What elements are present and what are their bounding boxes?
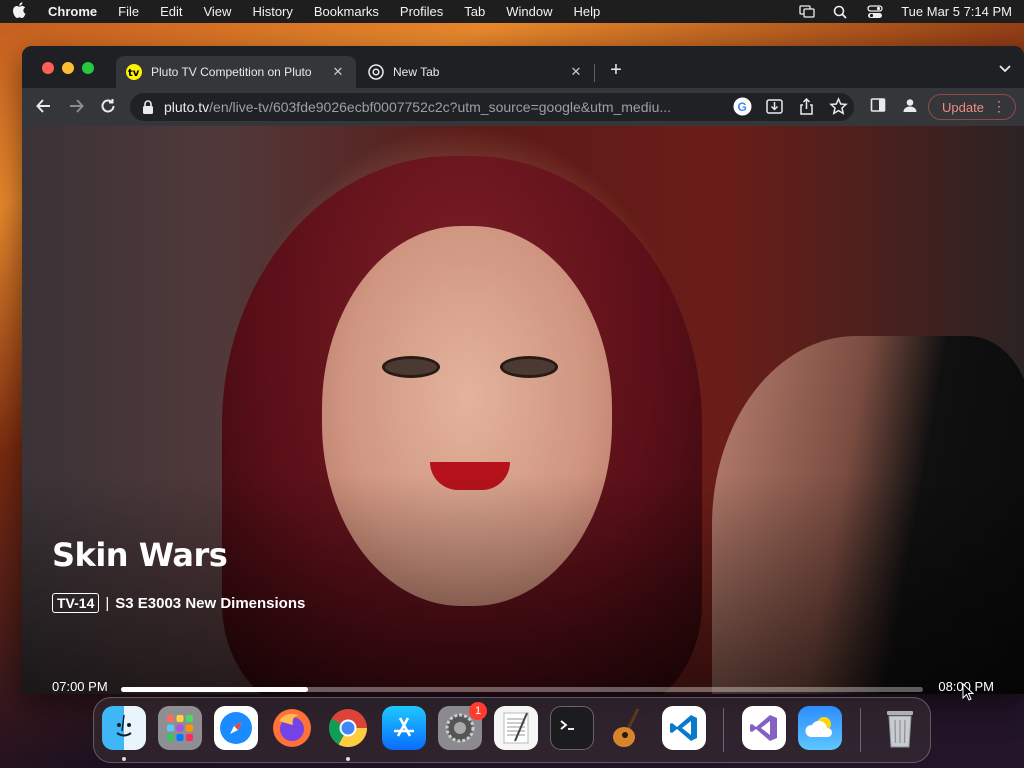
menu-file[interactable]: File <box>118 4 139 19</box>
spotlight-search-icon[interactable] <box>833 5 849 19</box>
progress-bar[interactable] <box>121 687 923 692</box>
terminal-icon[interactable] <box>550 706 594 750</box>
video-player[interactable]: Skin Wars TV-14 | S3 E3003 New Dimension… <box>22 126 1024 694</box>
trash-icon[interactable] <box>878 706 922 750</box>
reload-button[interactable] <box>98 97 118 117</box>
close-window-button[interactable] <box>42 62 54 74</box>
finder-icon[interactable] <box>102 706 146 750</box>
minimize-window-button[interactable] <box>62 62 74 74</box>
browser-toolbar: pluto.tv/en/live-tv/603fde9026ecbf000775… <box>22 88 1024 126</box>
menu-tab[interactable]: Tab <box>464 4 485 19</box>
install-app-icon[interactable] <box>765 97 784 116</box>
tab-search-chevron-icon[interactable] <box>998 62 1012 76</box>
close-tab-icon[interactable]: ✕ <box>330 64 346 80</box>
weather-icon[interactable] <box>798 706 842 750</box>
update-label: Update <box>942 99 984 115</box>
rating-badge: TV-14 <box>52 593 100 613</box>
menu-window[interactable]: Window <box>506 4 552 19</box>
address-bar-actions: G <box>733 97 848 116</box>
svg-text:G: G <box>738 100 747 114</box>
lock-icon[interactable] <box>142 100 154 114</box>
meta-separator: | <box>105 594 110 612</box>
dock-separator <box>860 708 861 752</box>
firefox-icon[interactable] <box>270 706 314 750</box>
share-icon[interactable] <box>797 97 816 116</box>
video-overlay-gradient <box>22 474 1024 694</box>
menu-chrome[interactable]: Chrome <box>48 4 97 19</box>
zoom-window-button[interactable] <box>82 62 94 74</box>
more-menu-icon[interactable]: ⋮ <box>992 98 1006 115</box>
running-indicator <box>122 757 126 761</box>
address-bar[interactable]: pluto.tv/en/live-tv/603fde9026ecbf000775… <box>130 93 854 121</box>
side-panel-icon[interactable] <box>868 97 888 117</box>
start-time: 07:00 PM <box>52 679 108 694</box>
forward-button[interactable] <box>66 97 86 117</box>
menu-bookmarks[interactable]: Bookmarks <box>314 4 379 19</box>
video-frame-eye <box>382 356 440 378</box>
menu-view[interactable]: View <box>203 4 231 19</box>
menu-help[interactable]: Help <box>574 4 601 19</box>
episode-info: S3 E3003 New Dimensions <box>115 594 306 612</box>
chrome-favicon-icon <box>368 64 384 80</box>
bookmark-star-icon[interactable] <box>829 97 848 116</box>
safari-icon[interactable] <box>214 706 258 750</box>
tab-new-tab[interactable]: New Tab ✕ <box>358 56 594 88</box>
launchpad-icon[interactable] <box>158 706 202 750</box>
url-host: pluto.tv <box>164 99 210 115</box>
video-frame-eye <box>500 356 558 378</box>
chrome-window: tv Pluto TV Competition on Pluto ✕ New T… <box>22 46 1024 694</box>
tab-strip: tv Pluto TV Competition on Pluto ✕ New T… <box>22 46 1024 88</box>
tab-title: Pluto TV Competition on Pluto <box>151 65 312 79</box>
vscode-icon[interactable] <box>662 706 706 750</box>
window-controls <box>42 62 94 74</box>
apple-menu-icon[interactable] <box>12 1 32 22</box>
svg-text:tv: tv <box>128 68 140 77</box>
back-button[interactable] <box>34 97 54 117</box>
close-tab-icon[interactable]: ✕ <box>568 64 584 80</box>
new-tab-button[interactable]: + <box>606 60 626 80</box>
dock: 1 <box>93 697 931 763</box>
textedit-icon[interactable] <box>494 706 538 750</box>
tab-divider <box>594 64 595 82</box>
menu-profiles[interactable]: Profiles <box>400 4 443 19</box>
notification-badge: 1 <box>469 702 487 720</box>
show-title: Skin Wars <box>52 536 228 574</box>
tab-pluto-tv[interactable]: tv Pluto TV Competition on Pluto ✕ <box>116 56 356 88</box>
garageband-icon[interactable] <box>606 706 650 750</box>
mouse-cursor-icon <box>962 682 975 701</box>
menu-edit[interactable]: Edit <box>160 4 182 19</box>
progress-fill <box>121 687 308 692</box>
google-lens-icon[interactable]: G <box>733 97 752 116</box>
app-store-icon[interactable] <box>382 706 426 750</box>
tab-title: New Tab <box>393 65 440 79</box>
pluto-tv-favicon-icon: tv <box>126 64 142 80</box>
menu-history[interactable]: History <box>252 4 292 19</box>
visual-studio-icon[interactable] <box>742 706 786 750</box>
chrome-icon[interactable] <box>326 706 370 750</box>
url-path: /en/live-tv/603fde9026ecbf0007752c2c?utm… <box>209 99 672 115</box>
control-center-icon[interactable] <box>867 4 883 19</box>
screen-mirroring-icon[interactable] <box>799 4 815 19</box>
episode-meta: TV-14 | S3 E3003 New Dimensions <box>52 593 305 613</box>
dock-separator <box>723 708 724 752</box>
menu-bar: Chrome File Edit View History Bookmarks … <box>0 0 1024 23</box>
menubar-clock[interactable]: Tue Mar 5 7:14 PM <box>901 4 1012 19</box>
running-indicator <box>346 757 350 761</box>
update-button[interactable]: Update ⋮ <box>928 94 1016 120</box>
profile-avatar-icon[interactable] <box>900 97 920 117</box>
